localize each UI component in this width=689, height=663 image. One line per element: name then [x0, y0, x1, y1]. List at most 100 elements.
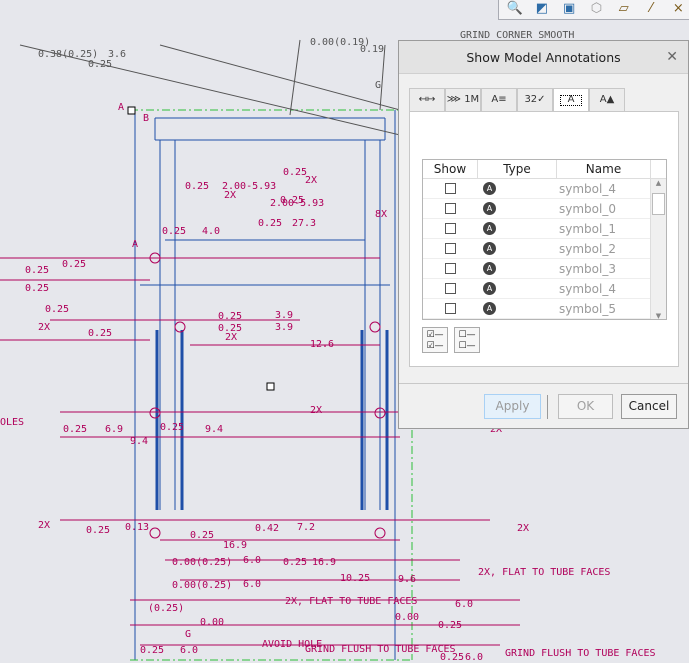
- symbol-type-icon: A: [483, 262, 496, 275]
- zoom-window-icon[interactable]: 🔍: [503, 0, 526, 18]
- table-row[interactable]: Asymbol_5: [423, 299, 666, 319]
- annotation-label: G: [375, 80, 381, 91]
- tab-panel: Show Type Name Asymbol_4 Asymbol_0 Asymbol…: [409, 111, 679, 367]
- annotation-label: 9.6: [398, 574, 416, 585]
- table-row[interactable]: Asymbol_0: [423, 199, 666, 219]
- annotation-label: 8X: [375, 209, 387, 220]
- annotation-label: 0.25: [283, 167, 307, 178]
- close-icon[interactable]: ✕: [666, 41, 678, 74]
- datum-circle: [149, 527, 161, 539]
- datum-circle: [374, 527, 386, 539]
- apply-button[interactable]: Apply: [484, 394, 541, 419]
- dialog-titlebar[interactable]: Show Model Annotations ✕: [399, 41, 688, 74]
- tab-notes[interactable]: A≡: [481, 88, 517, 112]
- annotation-label: GRIND FLUSH TO TUBE FACES: [505, 648, 656, 659]
- column-show[interactable]: Show: [423, 160, 478, 178]
- show-checkbox[interactable]: [445, 303, 456, 314]
- annotation-label: GRIND FLUSH TO TUBE FACES: [305, 644, 456, 655]
- view-cube-icon[interactable]: ▣: [558, 0, 581, 18]
- annotation-label: 0.25: [45, 304, 69, 315]
- annotation-label: 2X: [38, 322, 50, 333]
- symbol-type-icon: A: [483, 302, 496, 315]
- annotation-label: 0.25: [280, 195, 304, 206]
- annotations-table: Show Type Name Asymbol_4 Asymbol_0 Asymbol…: [422, 159, 667, 320]
- annotation-label: 2X, FLAT TO TUBE FACES: [285, 596, 417, 607]
- show-checkbox[interactable]: [445, 203, 456, 214]
- annotation-label: 16.9: [223, 540, 247, 551]
- annotation-label: 0.25: [88, 59, 112, 70]
- tab-symbols[interactable]: A: [553, 88, 589, 113]
- annotation-label: 0.25: [25, 283, 49, 294]
- symbol-type-icon: A: [483, 282, 496, 295]
- annotation-label: 0.25: [258, 218, 282, 229]
- annotation-label: 0.25: [190, 530, 214, 541]
- deselect-all-button[interactable]: ☐— ☐—: [454, 327, 480, 353]
- annotation-label: 0.00(0.25): [172, 557, 232, 568]
- annotation-label: 12.6: [310, 339, 334, 350]
- annotation-label: 16.9: [312, 557, 336, 568]
- table-scrollbar[interactable]: ▲ ▼: [650, 179, 666, 319]
- leader-line: [289, 39, 301, 116]
- tab-dimensions[interactable]: ↤↦: [409, 88, 445, 112]
- plane-display-icon[interactable]: ▱: [612, 0, 635, 18]
- show-checkbox[interactable]: [445, 263, 456, 274]
- annotation-label: 2X: [225, 332, 237, 343]
- annotation-label: 0.25: [25, 265, 49, 276]
- ok-button[interactable]: OK: [558, 394, 613, 419]
- datum-circle: [369, 321, 381, 333]
- show-checkbox[interactable]: [445, 223, 456, 234]
- shading-icon[interactable]: ◩: [530, 0, 553, 18]
- table-row[interactable]: Asymbol_4: [423, 179, 666, 199]
- annotation-name: symbol_0: [559, 202, 616, 216]
- annotation-label: 6.0: [455, 599, 473, 610]
- annotation-label: 7.2: [297, 522, 315, 533]
- selection-handle: [127, 106, 136, 115]
- table-row[interactable]: Asymbol_3: [423, 259, 666, 279]
- column-type[interactable]: Type: [478, 160, 557, 178]
- table-header: Show Type Name: [423, 160, 666, 179]
- annotation-label: 10.25: [340, 573, 370, 584]
- annotation-label: OLES: [0, 417, 24, 428]
- column-name[interactable]: Name: [557, 160, 651, 178]
- annotation-label: 6.0: [180, 645, 198, 656]
- tab-surface-finish[interactable]: 32✓: [517, 88, 553, 112]
- axis-display-icon[interactable]: ⁄: [639, 0, 662, 18]
- symbol-type-icon: A: [483, 182, 496, 195]
- saved-views-icon[interactable]: ⬡: [585, 0, 608, 18]
- annotation-label: 0.00(0.25): [172, 580, 232, 591]
- cancel-button[interactable]: Cancel: [621, 394, 677, 419]
- annotation-label: 2X: [310, 405, 322, 416]
- annotation-label: 27.3: [292, 218, 316, 229]
- annotation-name: symbol_1: [559, 222, 616, 236]
- annotation-name: symbol_3: [559, 262, 616, 276]
- annotation-label: 0.42: [255, 523, 279, 534]
- point-display-icon[interactable]: ×: [667, 0, 689, 18]
- tab-datums[interactable]: A▲: [589, 88, 625, 112]
- annotation-label: 0.25: [63, 424, 87, 435]
- annotation-label: 6.0: [465, 652, 483, 663]
- annotation-label: 0.25: [218, 311, 242, 322]
- annotation-label: B: [143, 113, 149, 124]
- annotation-label: 9.4: [130, 436, 148, 447]
- scrollbar-thumb[interactable]: [652, 193, 665, 215]
- annotation-label: 0.25: [185, 181, 209, 192]
- dialog-title: Show Model Annotations: [466, 50, 621, 65]
- table-row[interactable]: Asymbol_4: [423, 279, 666, 299]
- annotation-label: 0.25: [62, 259, 86, 270]
- select-all-button[interactable]: ☑— ☑—: [422, 327, 448, 353]
- tab-gtol[interactable]: ⋙ 1M: [445, 88, 481, 112]
- annotation-label: 0.19: [360, 44, 384, 55]
- show-checkbox[interactable]: [445, 243, 456, 254]
- show-checkbox[interactable]: [445, 283, 456, 294]
- table-row[interactable]: Asymbol_2: [423, 239, 666, 259]
- annotation-label: 2X: [517, 523, 529, 534]
- symbol-type-icon: A: [483, 222, 496, 235]
- datum-circle: [174, 321, 186, 333]
- table-row[interactable]: Asymbol_1: [423, 219, 666, 239]
- annotation-label: 6.9: [105, 424, 123, 435]
- annotation-label: 0.25: [438, 620, 462, 631]
- annotation-name: symbol_5: [559, 302, 616, 316]
- show-checkbox[interactable]: [445, 183, 456, 194]
- annotation-name: symbol_4: [559, 182, 616, 196]
- symbol-type-icon: A: [483, 242, 496, 255]
